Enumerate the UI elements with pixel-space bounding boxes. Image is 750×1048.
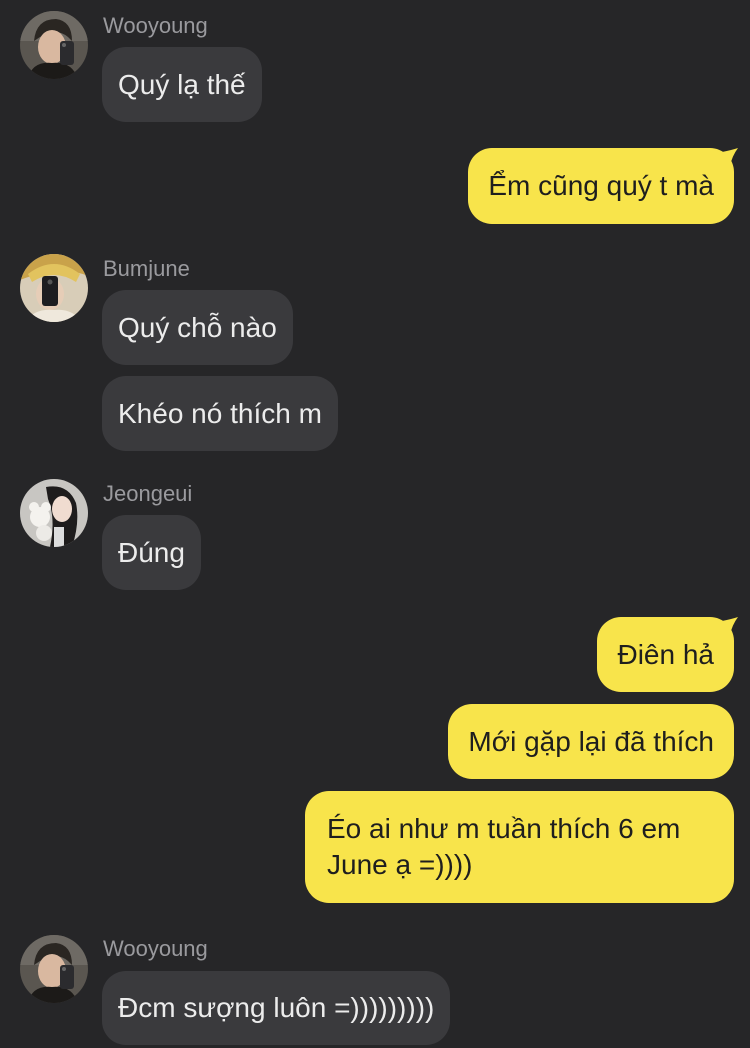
message-bubble-incoming[interactable]: Đúng: [102, 515, 201, 590]
avatar-jeongeui[interactable]: [20, 479, 88, 547]
message-bubble-incoming[interactable]: Khéo nó thích m: [102, 376, 338, 451]
message-bubble-outgoing[interactable]: Ểm cũng quý t mà: [468, 148, 734, 224]
message-bubble-incoming[interactable]: Đcm sượng luôn =))))))))): [102, 971, 451, 1045]
sender-name: Bumjune: [103, 256, 190, 281]
avatar-bumjune[interactable]: [20, 254, 88, 322]
message-bubble-incoming[interactable]: Quý lạ thế: [102, 47, 262, 122]
message-bubble-outgoing[interactable]: Mới gặp lại đã thích: [448, 704, 734, 779]
message-bubble-incoming[interactable]: Quý chỗ nào: [102, 290, 293, 365]
bubble-tail: [722, 617, 738, 635]
bubble-tail: [722, 148, 738, 166]
sender-name: Jeongeui: [103, 481, 193, 506]
sender-name: Wooyoung: [103, 936, 208, 961]
chat-screen: Wooyoung Quý lạ thế Ểm cũng quý t mà Bum…: [0, 0, 750, 1048]
avatar-wooyoung[interactable]: [20, 935, 88, 1003]
message-bubble-outgoing[interactable]: Éo ai như m tuần thích 6 em June ạ =)))): [305, 791, 734, 903]
message-bubble-outgoing[interactable]: Điên hả: [597, 617, 734, 692]
avatar-wooyoung[interactable]: [20, 11, 88, 79]
sender-name: Wooyoung: [103, 13, 208, 38]
